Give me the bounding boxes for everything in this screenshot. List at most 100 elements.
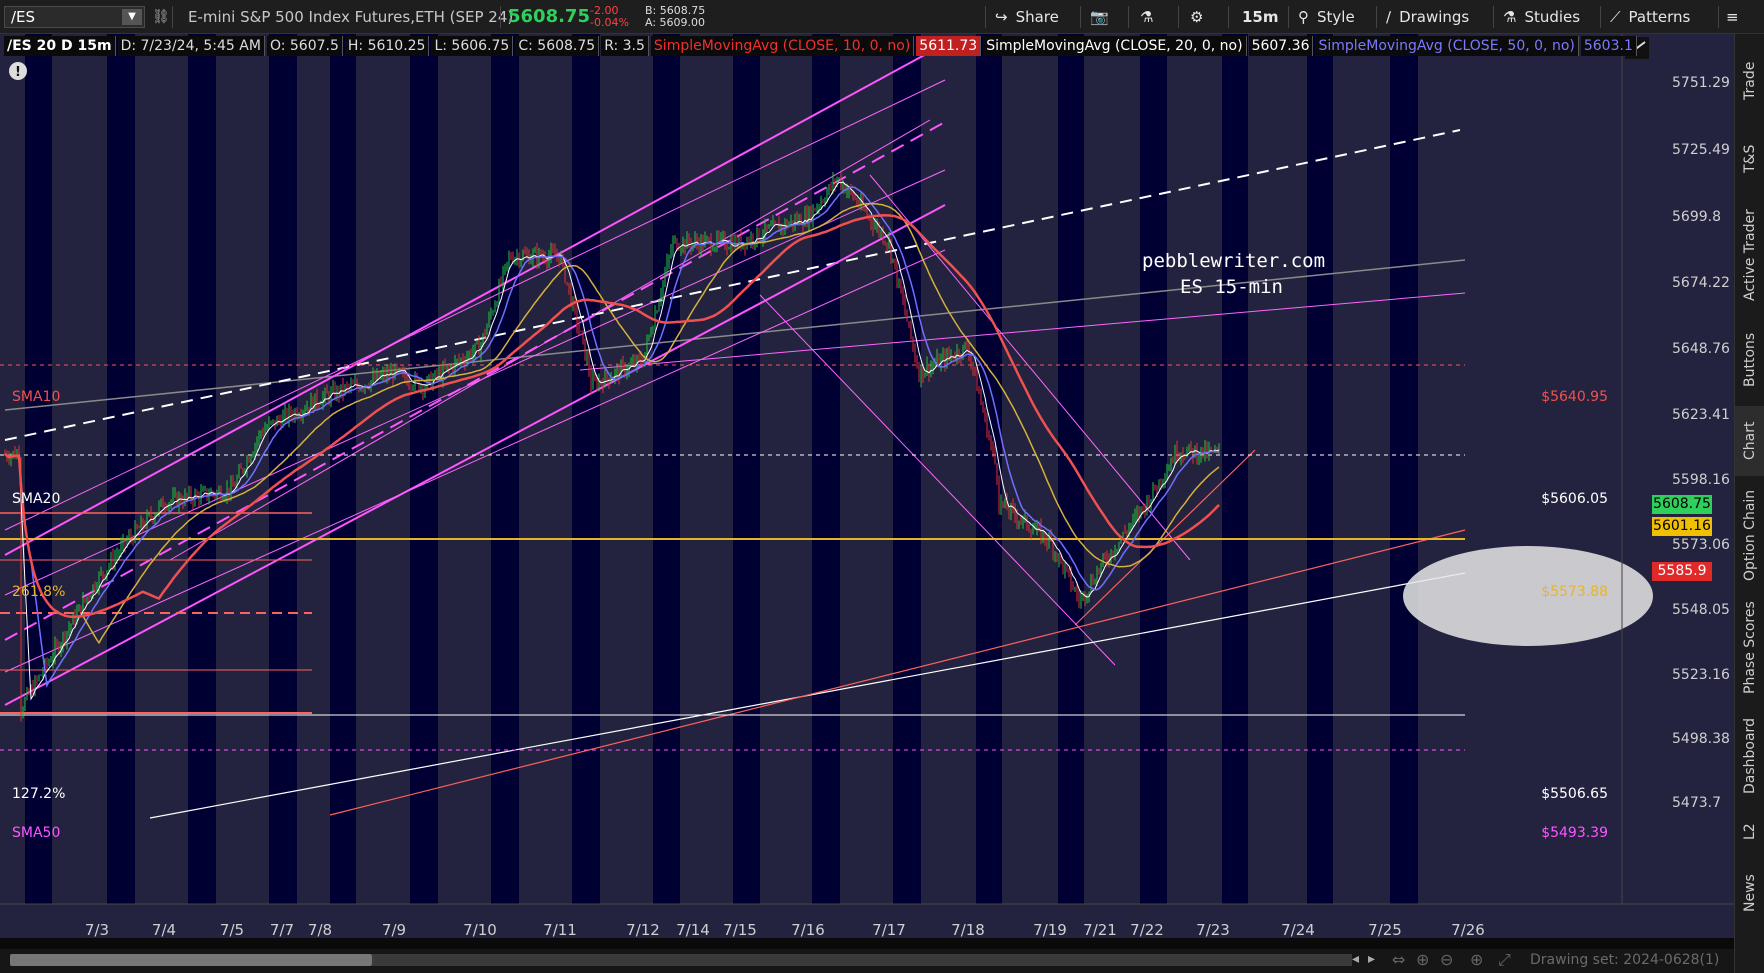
toolbar-divider — [1493, 6, 1494, 28]
time-axis-label: 7/21 — [1083, 921, 1117, 939]
toolbar-divider — [1178, 6, 1179, 28]
toolbar-divider — [1080, 6, 1081, 28]
share-button[interactable]: ↪ Share — [995, 0, 1059, 34]
toolbar-divider — [1288, 6, 1289, 28]
sma50-price-tag: 5601.16 — [1652, 517, 1712, 536]
chevron-down-icon[interactable]: ▼ — [122, 9, 142, 25]
session-band — [330, 34, 356, 904]
chart-info-icon[interactable]: ! — [9, 62, 27, 80]
link-icon[interactable]: ⛓ — [152, 0, 170, 34]
price-axis-label: 5751.29 — [1672, 75, 1730, 91]
sidebar-tab-trade[interactable]: Trade — [1735, 40, 1764, 122]
toolbar-divider — [500, 6, 501, 28]
sidebar-tab-dashboard[interactable]: Dashboard — [1735, 706, 1764, 806]
camera-icon: 📷 — [1090, 8, 1109, 26]
time-axis-label: 7/5 — [219, 921, 245, 939]
candle-icon: ⚲ — [1298, 8, 1309, 26]
scrollbar-track[interactable] — [372, 954, 1352, 966]
header-sma50-value: 5603.1 — [1580, 36, 1637, 56]
toolbar-divider — [1718, 6, 1719, 28]
chart-background — [0, 34, 1734, 938]
price-axis-label: 5548.05 — [1672, 602, 1730, 619]
session-band — [812, 34, 840, 904]
scroll-left-icon[interactable]: ◂ — [1352, 951, 1359, 967]
time-axis-label: 7/14 — [676, 921, 710, 939]
sidebar-tab-time-and-sales[interactable]: T&S — [1735, 126, 1764, 192]
time-axis-label: 7/15 — [723, 921, 757, 939]
percent-change: -0.04% — [590, 16, 629, 29]
toolbar-divider — [1376, 6, 1377, 28]
scroll-right-icon[interactable]: ▸ — [1368, 951, 1375, 967]
header-sma10-label[interactable]: SimpleMovingAvg (CLOSE, 10, 0, no) — [650, 36, 915, 56]
zoom-in-icon[interactable]: ⊕ — [1470, 950, 1483, 969]
header-close: C: 5608.75 — [515, 36, 600, 56]
drawings-button[interactable]: ∕ Drawings — [1386, 0, 1469, 34]
expand-icon[interactable]: ⤢ — [1498, 950, 1511, 970]
time-axis-label: 7/22 — [1130, 921, 1164, 939]
sidebar-tab-level2[interactable]: L2 — [1735, 810, 1764, 854]
session-band — [188, 34, 216, 904]
price-axis-label: 5674.22 — [1672, 274, 1730, 291]
sma10-level-price: $5640.95 — [1541, 389, 1608, 405]
svg-text:!: ! — [15, 65, 21, 80]
sidebar-tab-phase-scores[interactable]: Phase Scores — [1735, 594, 1764, 702]
time-axis-label: 7/23 — [1196, 921, 1230, 939]
top-toolbar: /ES ▼ ⛓ E-mini S&P 500 Index Futures,ETH… — [0, 0, 1764, 34]
patterns-button[interactable]: ⟋ Patterns — [1610, 0, 1690, 34]
header-symbol-spec[interactable]: /ES 20 D 15m — [4, 36, 116, 56]
sma20-level-label: SMA20 — [12, 491, 61, 507]
price-axis-label: 5598.16 — [1672, 472, 1730, 489]
session-band — [1140, 34, 1167, 904]
pencil-icon: ∕ — [1386, 8, 1392, 26]
time-axis-label: 7/4 — [151, 921, 177, 939]
style-button[interactable]: ⚲ Style — [1298, 0, 1355, 34]
symbol-input[interactable]: /ES ▼ — [4, 6, 145, 28]
watermark-line2: ES 15-min — [1180, 276, 1283, 298]
header-sma20-label[interactable]: SimpleMovingAvg (CLOSE, 20, 0, no) — [983, 36, 1247, 56]
scrollbar-thumb[interactable] — [10, 954, 372, 966]
fib127-level-label: 127.2% — [12, 786, 66, 802]
time-axis-label: 7/12 — [626, 921, 660, 939]
studies-button[interactable]: ⚗ Studies — [1503, 0, 1580, 34]
time-axis-label: 7/16 — [791, 921, 825, 939]
timeframe-button[interactable]: 15m — [1242, 0, 1279, 34]
sidebar-tab-news[interactable]: News — [1735, 858, 1764, 928]
settings-button[interactable]: ⚙ — [1190, 0, 1203, 34]
time-axis-label: 7/10 — [463, 921, 497, 939]
sidebar-tab-buttons[interactable]: Buttons — [1735, 318, 1764, 402]
header-range: R: 3.5 — [601, 36, 649, 56]
session-band — [653, 34, 680, 904]
patterns-label: Patterns — [1628, 8, 1691, 26]
hamburger-menu-icon[interactable]: ≡ — [1726, 0, 1739, 34]
crosshair-icon[interactable]: ⊕ — [1416, 950, 1429, 969]
flask-button[interactable]: ⚗ — [1140, 0, 1153, 34]
horizontal-scrollbar[interactable]: ◂ ▸ ⇔ ⊕ ⊖ ⊕ ⤢ Drawing set: 2024-0628(1) — [0, 949, 1734, 973]
sma10-price-tag: 5585.9 — [1652, 562, 1712, 581]
price-axis-label: 5648.76 — [1672, 340, 1730, 357]
price-axis-label: 5523.16 — [1672, 666, 1730, 683]
share-label: Share — [1015, 8, 1059, 26]
patterns-icon: ⟋ — [1610, 8, 1621, 26]
fit-zoom-icon[interactable]: ⇔ — [1392, 950, 1405, 969]
sidebar-tab-active-trader[interactable]: Active Trader — [1735, 196, 1764, 314]
session-band — [1390, 34, 1418, 904]
thinkorswim-chart-window: /ES ▼ ⛓ E-mini S&P 500 Index Futures,ETH… — [0, 0, 1764, 973]
time-axis-label: 7/11 — [543, 921, 577, 939]
price-axis-label: 5573.06 — [1672, 537, 1730, 554]
screenshot-button[interactable]: 📷 — [1090, 0, 1109, 34]
chart-canvas[interactable]: ! — [0, 34, 1734, 938]
header-sma50-label[interactable]: SimpleMovingAvg (CLOSE, 50, 0, no) — [1315, 36, 1579, 56]
time-axis-label: 7/7 — [269, 921, 295, 939]
session-band — [410, 34, 438, 904]
header-open: O: 5607.5 — [266, 36, 343, 56]
zoom-out-icon[interactable]: ⊖ — [1440, 950, 1453, 969]
price-chart[interactable]: ! pebblewriter.com ES 15-min SMA10 $5640… — [0, 34, 1734, 939]
toolbar-divider — [1600, 6, 1601, 28]
sidebar-tab-option-chain[interactable]: Option Chain — [1735, 480, 1764, 590]
header-high: H: 5610.25 — [344, 36, 430, 56]
session-band — [572, 34, 600, 904]
sidebar-tab-chart[interactable]: Chart — [1735, 406, 1764, 476]
sma50-level-label: SMA50 — [12, 825, 61, 841]
right-sidebar: Trade T&S Active Trader Buttons Chart Op… — [1734, 34, 1764, 973]
last-price: 5608.75 — [508, 6, 590, 27]
